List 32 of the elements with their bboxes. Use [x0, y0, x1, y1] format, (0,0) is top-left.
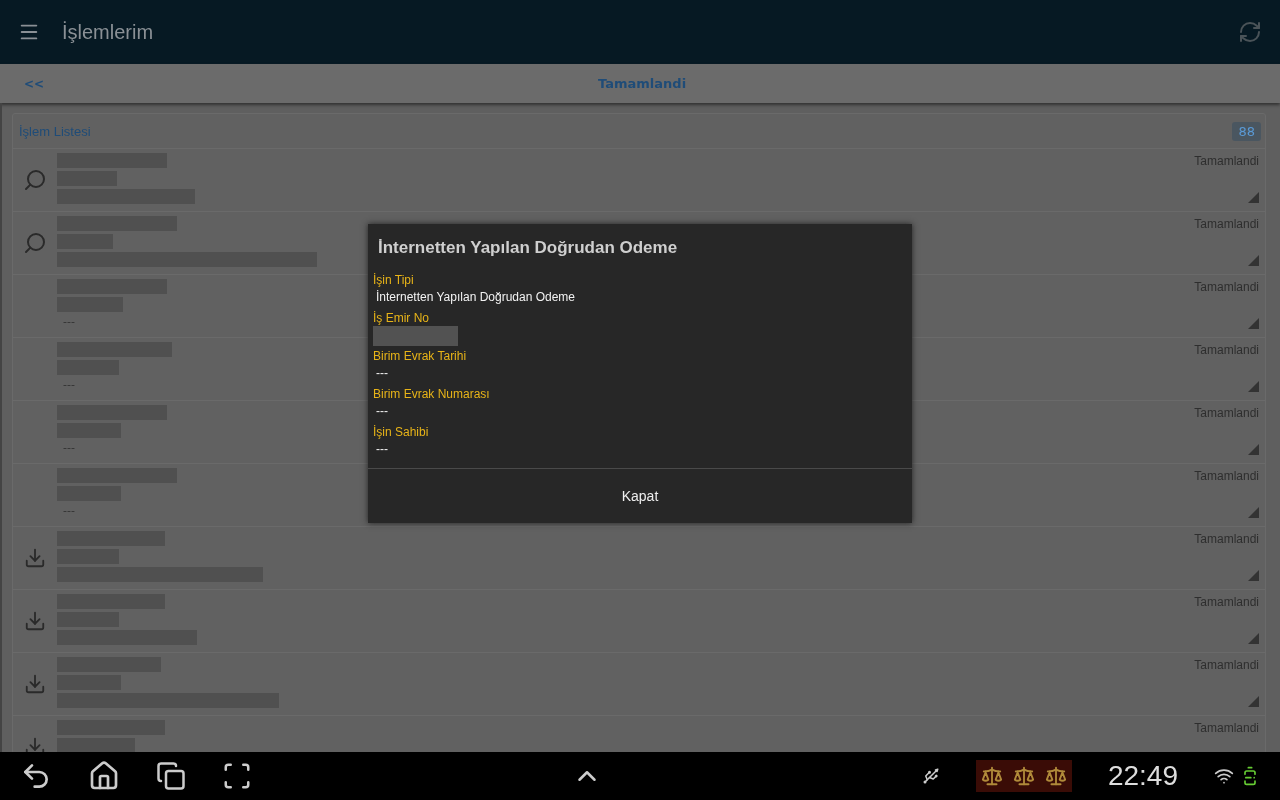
row-note: ---	[63, 441, 75, 454]
field-label: Birim Evrak Numarası	[373, 386, 491, 402]
search-icon	[23, 168, 47, 192]
search-icon	[23, 231, 47, 255]
dialog-title: İnternetten Yapılan Doğrudan Odeme	[377, 237, 679, 259]
row-note: ---	[63, 378, 75, 391]
page-subtitle: Tamamlandi	[597, 76, 688, 91]
screenshot-icon[interactable]	[222, 761, 252, 791]
field-value: İnternetten Yapılan Doğrudan Odeme	[376, 289, 577, 306]
home-icon[interactable]	[88, 760, 120, 792]
field-value: ---	[376, 365, 389, 382]
download-icon	[24, 736, 46, 752]
close-button[interactable]: Kapat	[368, 468, 912, 523]
field-label: İşin Tipi	[373, 272, 415, 288]
field-value: ---	[376, 403, 389, 420]
back-link[interactable]: <<	[24, 76, 45, 91]
usb-icon	[921, 767, 940, 785]
count-badge: 88	[1232, 121, 1261, 141]
row-note: ---	[63, 315, 75, 328]
download-icon	[24, 547, 46, 569]
field-label: İş Emir No	[373, 310, 430, 326]
field-label: Birim Evrak Tarihi	[373, 348, 468, 364]
recent-apps-icon[interactable]	[156, 761, 186, 791]
download-icon	[24, 610, 46, 632]
wifi-icon	[1214, 766, 1234, 786]
row-note: ---	[63, 504, 75, 517]
field-value: ---	[376, 441, 389, 458]
app-title: İşlemlerim	[62, 20, 155, 44]
download-icon	[24, 673, 46, 695]
clock: 22:49	[1107, 760, 1178, 792]
field-label: İşin Sahibi	[373, 424, 430, 440]
list-title: İşlem Listesi	[19, 123, 91, 139]
